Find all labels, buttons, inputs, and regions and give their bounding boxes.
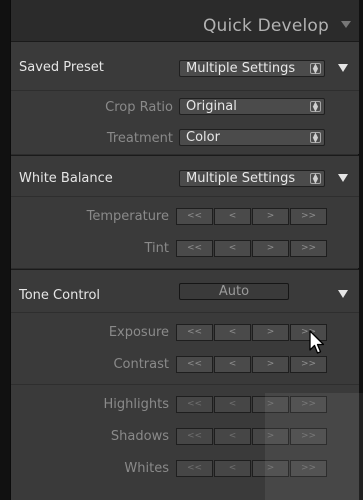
temperature-big-decrease-button[interactable]: << [176,208,213,225]
whites-buttons: << < > >> [176,460,327,477]
whites-big-decrease-button[interactable]: << [176,460,213,477]
divider [11,90,359,91]
contrast-big-decrease-button[interactable]: << [176,356,213,373]
up-down-stepper-icon: ▲ ▼ [310,101,321,113]
whites-label: Whites [124,461,169,476]
highlights-buttons: << < > >> [176,396,327,413]
tone-control-section: Tone Control Auto Exposure << < > >> Con… [11,269,359,500]
highlights-increase-button[interactable]: > [252,396,289,413]
temperature-buttons: << < > >> [176,208,327,225]
tint-decrease-button[interactable]: < [214,240,251,257]
saved-preset-select[interactable]: Multiple Settings ▲ ▼ [179,60,325,77]
saved-preset-value: Multiple Settings [186,61,296,76]
tone-control-disclosure-icon[interactable] [338,290,348,298]
treatment-label: Treatment [106,131,173,146]
whites-increase-button[interactable]: > [252,460,289,477]
tint-buttons: << < > >> [176,240,327,257]
up-down-stepper-icon: ▲ ▼ [310,63,321,75]
shadows-buttons: << < > >> [176,428,327,445]
quick-develop-panel: Quick Develop Saved Preset Multiple Sett… [10,0,363,500]
exposure-big-decrease-button[interactable]: << [176,324,213,341]
mouse-pointer-icon [309,330,325,354]
saved-preset-label: Saved Preset [19,60,104,75]
highlights-decrease-button[interactable]: < [214,396,251,413]
temperature-increase-button[interactable]: > [252,208,289,225]
tint-big-decrease-button[interactable]: << [176,240,213,257]
divider [11,312,359,313]
white-balance-section: White Balance Multiple Settings ▲ ▼ Tempe… [11,155,359,268]
contrast-label: Contrast [113,357,169,372]
temperature-label: Temperature [86,209,169,224]
tint-label: Tint [144,241,170,256]
temperature-decrease-button[interactable]: < [214,208,251,225]
crop-ratio-label: Crop Ratio [105,100,173,115]
shadows-big-increase-button[interactable]: >> [290,428,327,445]
whites-big-increase-button[interactable]: >> [290,460,327,477]
shadows-increase-button[interactable]: > [252,428,289,445]
panel-header[interactable]: Quick Develop [11,0,359,41]
panel-title: Quick Develop [202,16,329,36]
divider [11,196,359,197]
contrast-buttons: << < > >> [176,356,327,373]
white-balance-label: White Balance [19,171,113,186]
saved-preset-disclosure-icon[interactable] [338,64,348,72]
auto-tone-button[interactable]: Auto [179,283,289,300]
white-balance-select[interactable]: Multiple Settings ▲ ▼ [179,170,325,187]
exposure-decrease-button[interactable]: < [214,324,251,341]
white-balance-disclosure-icon[interactable] [338,174,348,182]
collapse-triangle-icon[interactable] [341,21,351,28]
up-down-stepper-icon: ▲ ▼ [310,132,321,144]
crop-ratio-select[interactable]: Original ▲ ▼ [179,98,325,115]
whites-decrease-button[interactable]: < [214,460,251,477]
tint-increase-button[interactable]: > [252,240,289,257]
highlights-big-increase-button[interactable]: >> [290,396,327,413]
tint-big-increase-button[interactable]: >> [290,240,327,257]
highlights-label: Highlights [103,397,169,412]
temperature-big-increase-button[interactable]: >> [290,208,327,225]
highlights-big-decrease-button[interactable]: << [176,396,213,413]
shadows-label: Shadows [110,429,169,444]
treatment-value: Color [186,130,220,145]
up-down-stepper-icon: ▲ ▼ [310,173,321,185]
shadows-big-decrease-button[interactable]: << [176,428,213,445]
contrast-decrease-button[interactable]: < [214,356,251,373]
shadows-decrease-button[interactable]: < [214,428,251,445]
saved-preset-section: Saved Preset Multiple Settings ▲ ▼ Crop R… [11,41,359,154]
exposure-label: Exposure [108,325,169,340]
divider [11,384,359,385]
exposure-increase-button[interactable]: > [252,324,289,341]
treatment-select[interactable]: Color ▲ ▼ [179,129,325,146]
contrast-increase-button[interactable]: > [252,356,289,373]
white-balance-value: Multiple Settings [186,171,296,186]
exposure-buttons: << < > >> [176,324,327,341]
contrast-big-increase-button[interactable]: >> [290,356,327,373]
tone-control-label: Tone Control [19,288,101,303]
crop-ratio-value: Original [186,99,237,114]
